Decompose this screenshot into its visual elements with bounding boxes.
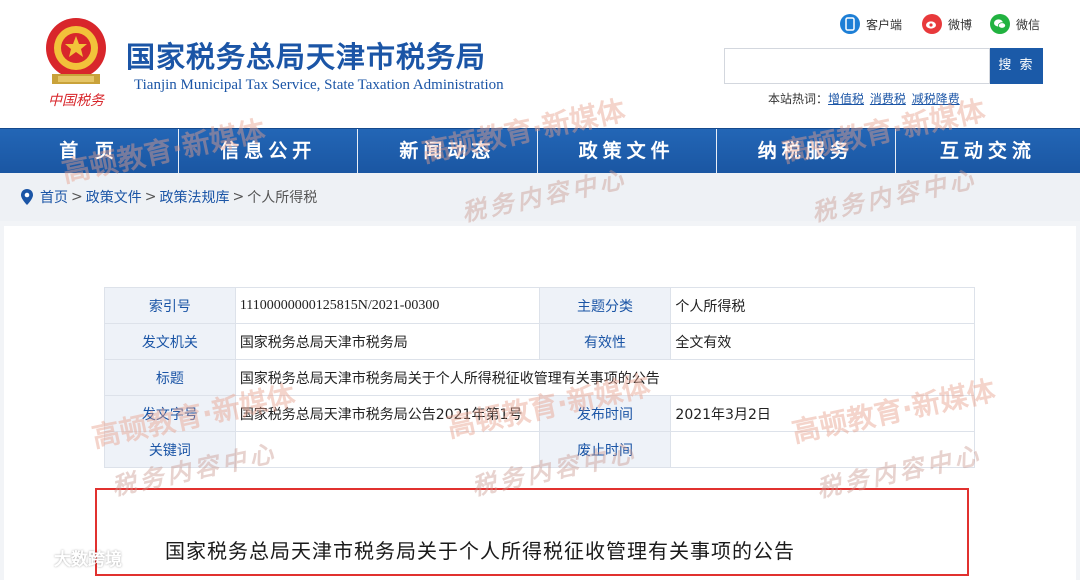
breadcrumb: 首页 > 政策文件 > 政策法规库 > 个人所得税 [0, 173, 1080, 221]
hot-word-link[interactable]: 减税降费 [912, 92, 960, 106]
site-title[interactable]: 国家税务总局天津市税务局 [126, 34, 486, 76]
issuer-value: 国家税务总局天津市税务局 [234, 323, 540, 360]
nav-news[interactable]: 新闻动态 [358, 129, 537, 174]
table-row: 标题 国家税务总局天津市税务局关于个人所得税征收管理有关事项的公告 [104, 359, 976, 396]
keywords-label: 关键词 [104, 431, 236, 468]
repeal-label: 废止时间 [538, 431, 672, 468]
hot-words-label: 本站热词： [768, 92, 829, 106]
index-label: 索引号 [104, 287, 236, 324]
location-pin-icon [21, 189, 33, 205]
table-row: 索引号 11100000000125815N/2021-00300 主题分类 个… [104, 287, 975, 324]
corner-logo-icon [8, 548, 48, 567]
weibo-icon [922, 14, 942, 34]
nav-info-disclosure[interactable]: 信息公开 [179, 129, 358, 174]
nav-interaction[interactable]: 互动交流 [895, 129, 1080, 174]
breadcrumb-current: 个人所得税 [247, 190, 318, 206]
breadcrumb-separator: > [144, 189, 157, 205]
site-header: 中国税务 国家税务总局天津市税务局 Tianjin Municipal Tax … [0, 0, 1080, 128]
weibo-label: 微博 [948, 17, 973, 32]
mobile-app-icon [840, 14, 860, 34]
site-subtitle: Tianjin Municipal Tax Service, State Tax… [134, 77, 504, 93]
main-nav: 首 页 信息公开 新闻动态 政策文件 纳税服务 互动交流 [0, 128, 1080, 174]
issuer-label: 发文机关 [104, 323, 236, 360]
breadcrumb-policy[interactable]: 政策文件 [86, 187, 142, 207]
search-input[interactable] [724, 48, 990, 84]
pubdate-label: 发布时间 [538, 395, 672, 432]
docno-value: 国家税务总局天津市税务局公告2021年第1号 [234, 395, 540, 432]
breadcrumb-separator: > [232, 189, 245, 205]
validity-label: 有效性 [538, 323, 672, 360]
docno-label: 发文字号 [104, 395, 236, 432]
wechat-icon [990, 14, 1010, 34]
repeal-value [670, 431, 975, 468]
hot-word-link[interactable]: 增值税 [828, 92, 864, 106]
topic-label: 主题分类 [538, 287, 672, 324]
table-row: 发文机关 国家税务总局天津市税务局 有效性 全文有效 [104, 323, 975, 360]
table-row: 关键词 废止时间 [104, 431, 975, 468]
wechat-label: 微信 [1016, 17, 1041, 32]
index-value: 11100000000125815N/2021-00300 [234, 287, 540, 324]
wechat-link[interactable]: 微信 [990, 14, 1040, 34]
pubdate-value: 2021年3月2日 [670, 395, 975, 432]
corner-watermark: 大数跨境 [8, 545, 122, 570]
search-button[interactable]: 搜 索 [990, 48, 1043, 84]
document-meta-table: 索引号 11100000000125815N/2021-00300 主题分类 个… [104, 287, 976, 468]
client-link[interactable]: 客户端 [840, 14, 902, 34]
document-title: 国家税务总局天津市税务局关于个人所得税征收管理有关事项的公告 [165, 539, 795, 563]
document-title-box: 国家税务总局天津市税务局关于个人所得税征收管理有关事项的公告 [95, 488, 969, 576]
national-emblem-logo[interactable]: 中国税务 [38, 14, 114, 110]
breadcrumb-home[interactable]: 首页 [40, 187, 68, 207]
corner-watermark-text: 大数跨境 [54, 550, 122, 570]
client-label: 客户端 [866, 17, 903, 32]
emblem-caption: 中国税务 [48, 93, 105, 109]
title-label: 标题 [104, 359, 236, 396]
nav-policy[interactable]: 政策文件 [537, 129, 716, 174]
hot-words: 本站热词：增值税 消费税 减税降费 [768, 90, 962, 107]
nav-home[interactable]: 首 页 [0, 129, 179, 174]
weibo-link[interactable]: 微博 [922, 14, 972, 34]
title-value: 国家税务总局天津市税务局关于个人所得税征收管理有关事项的公告 [234, 359, 976, 396]
hot-word-link[interactable]: 消费税 [870, 92, 906, 106]
topic-value: 个人所得税 [670, 287, 975, 324]
validity-value: 全文有效 [670, 323, 975, 360]
table-row: 发文字号 国家税务总局天津市税务局公告2021年第1号 发布时间 2021年3月… [104, 395, 975, 432]
keywords-value [234, 431, 540, 468]
breadcrumb-separator: > [71, 189, 83, 205]
nav-tax-service[interactable]: 纳税服务 [716, 129, 895, 174]
breadcrumb-policy-library[interactable]: 政策法规库 [159, 187, 229, 207]
